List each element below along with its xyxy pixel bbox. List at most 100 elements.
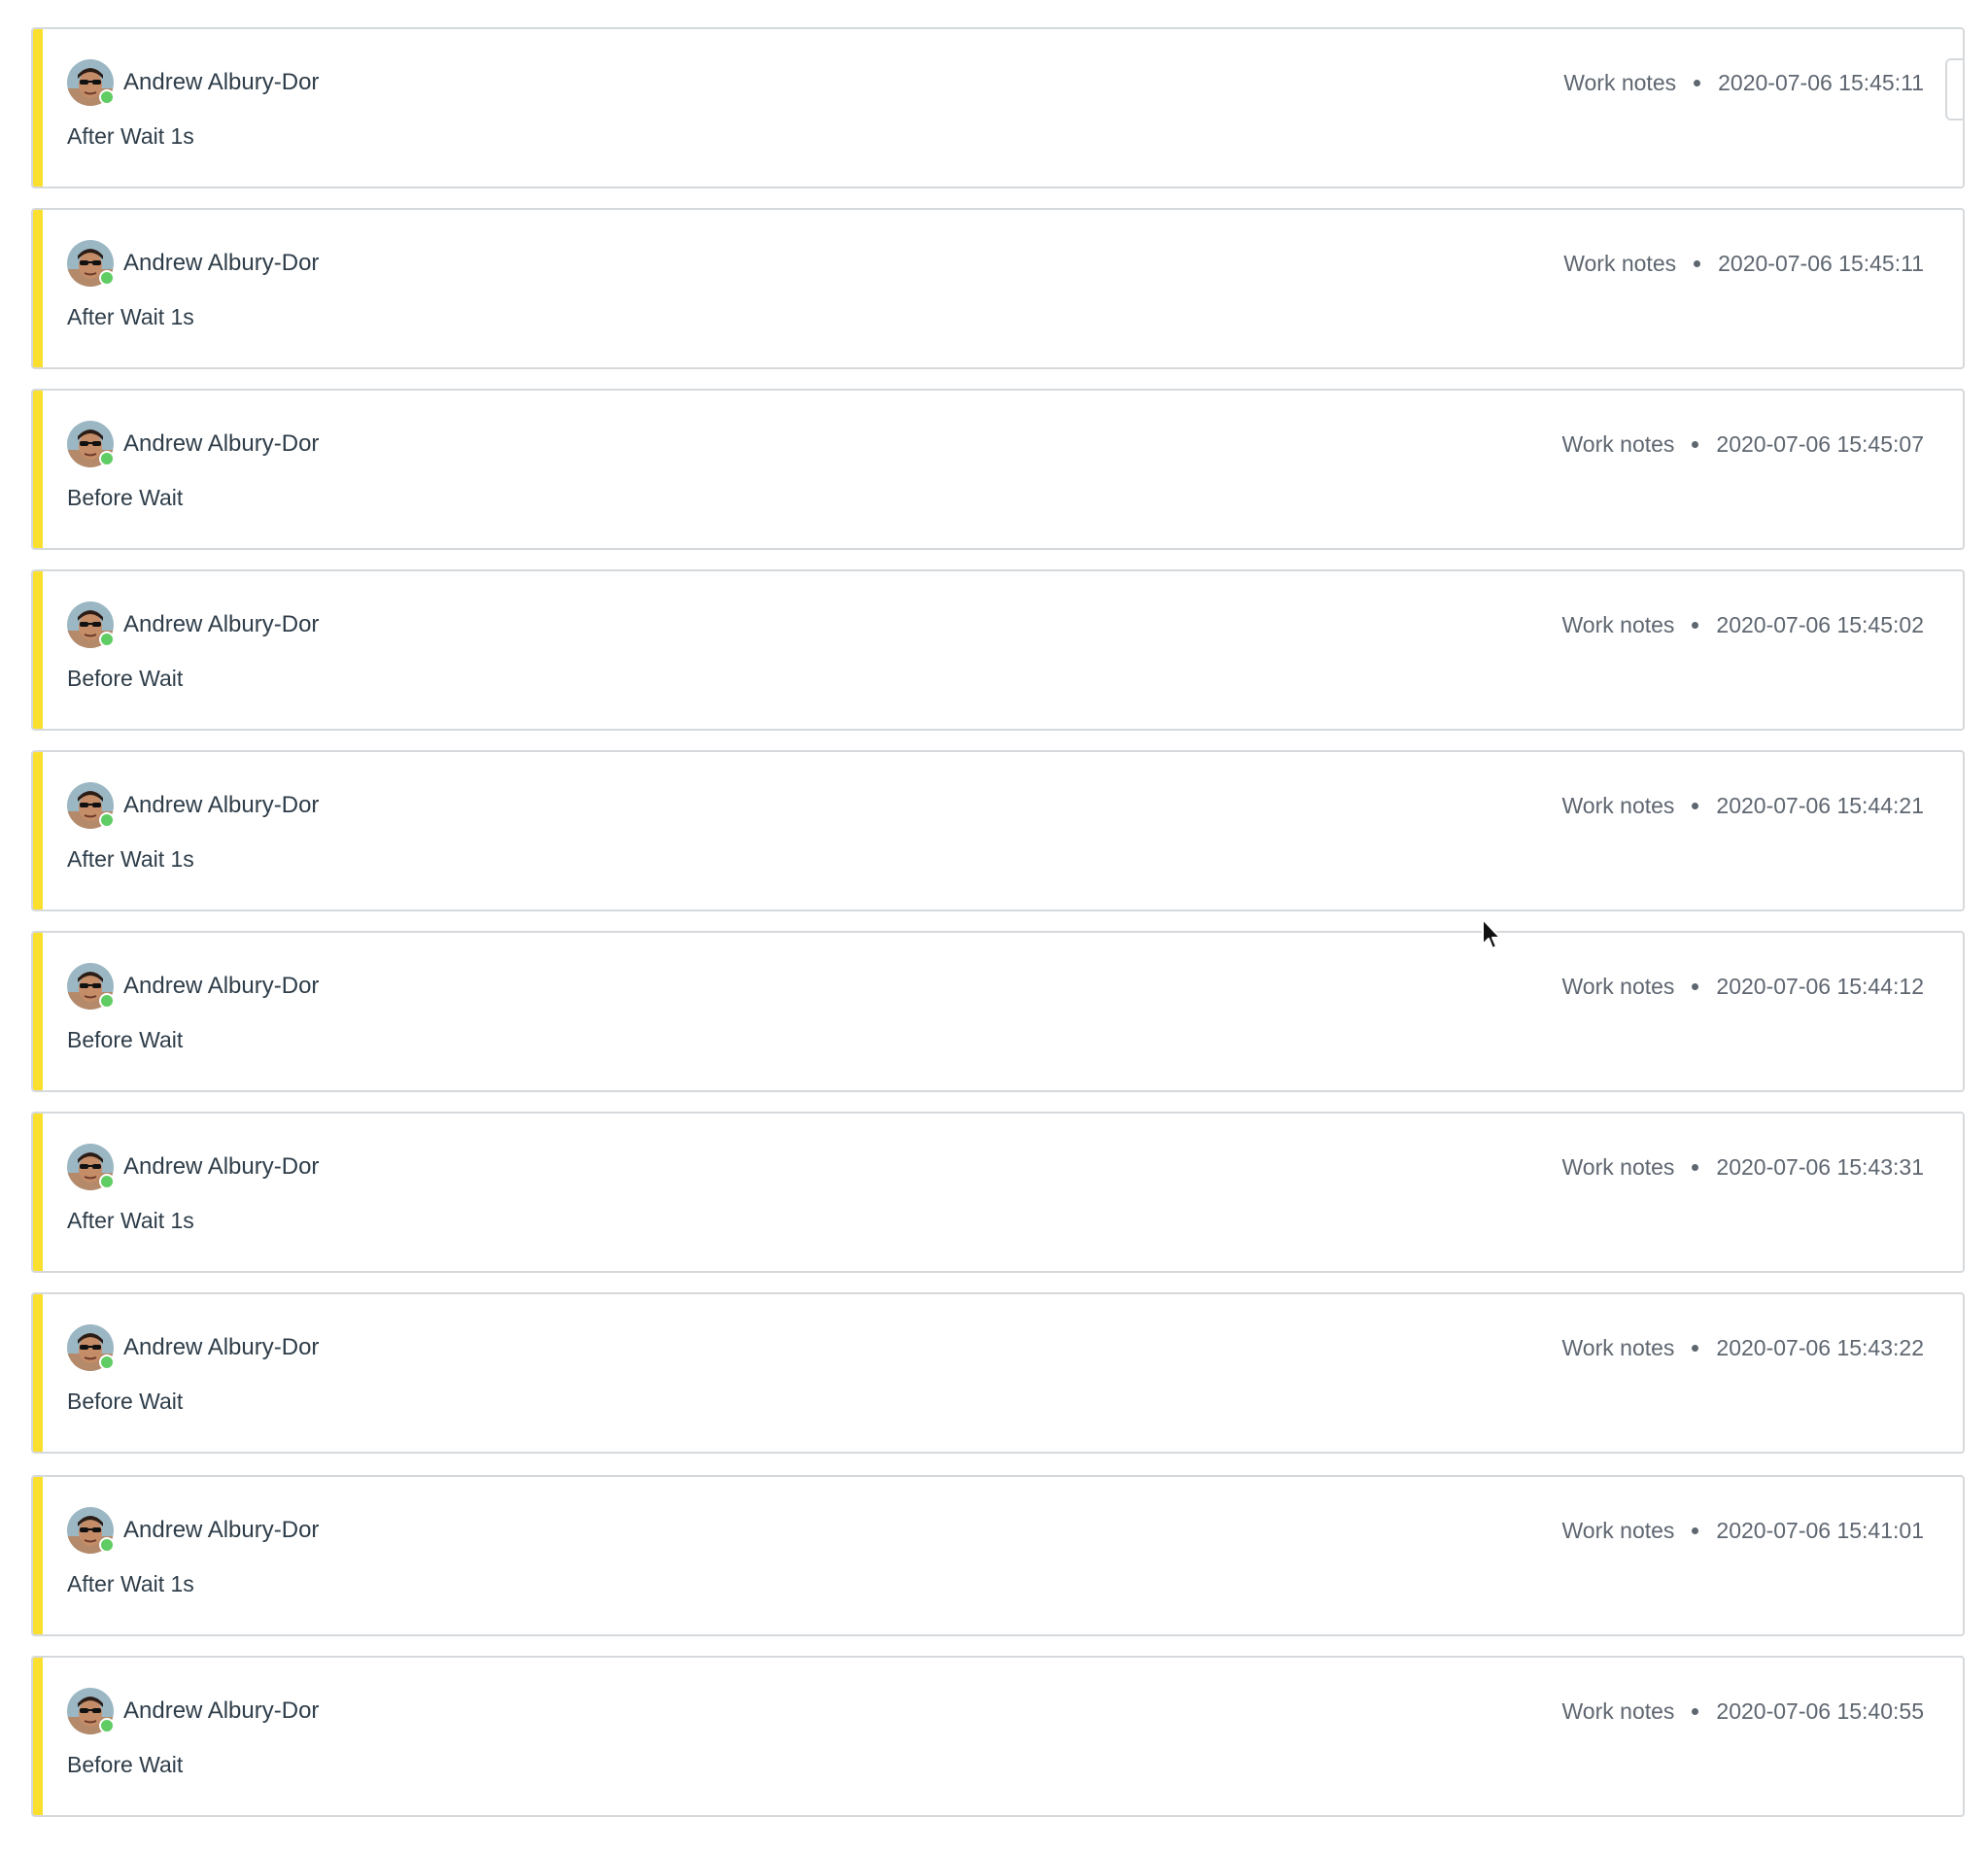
entry-header: Andrew Albury-Dor Work notes 2020-07-06 … (67, 1143, 1924, 1191)
online-status-icon (99, 632, 115, 647)
online-status-icon (99, 1355, 115, 1370)
entry-author: Andrew Albury-Dor (67, 1688, 319, 1734)
entry-note-text: After Wait 1s (67, 123, 194, 149)
entry-header: Andrew Albury-Dor Work notes 2020-07-06 … (67, 58, 1924, 107)
work-notes-accent-bar (33, 1294, 43, 1452)
entry-meta: Work notes 2020-07-06 15:44:12 (1562, 974, 1924, 1000)
author-name[interactable]: Andrew Albury-Dor (123, 973, 319, 1000)
user-avatar[interactable] (67, 1507, 115, 1554)
entry-timestamp: 2020-07-06 15:45:11 (1718, 250, 1924, 276)
online-status-icon (99, 1718, 115, 1733)
user-avatar[interactable] (67, 421, 115, 467)
author-name[interactable]: Andrew Albury-Dor (123, 1517, 319, 1544)
scroll-edge-control[interactable] (1945, 58, 1963, 120)
entry-header: Andrew Albury-Dor Work notes 2020-07-06 … (67, 781, 1924, 830)
author-name[interactable]: Andrew Albury-Dor (123, 1698, 319, 1725)
bullet-separator-icon (1692, 621, 1699, 629)
activity-entry: Andrew Albury-Dor Work notes 2020-07-06 … (31, 1656, 1965, 1817)
activity-entry: Andrew Albury-Dor Work notes 2020-07-06 … (31, 569, 1965, 731)
entry-type: Work notes (1561, 611, 1675, 637)
online-status-icon (99, 1537, 115, 1553)
author-name[interactable]: Andrew Albury-Dor (123, 611, 319, 638)
entry-note-text: Before Wait (67, 1752, 184, 1777)
entry-meta: Work notes 2020-07-06 15:45:07 (1562, 431, 1924, 458)
user-avatar[interactable] (67, 782, 115, 829)
activity-entry: Andrew Albury-Dor Work notes 2020-07-06 … (31, 750, 1965, 911)
user-avatar[interactable] (67, 963, 115, 1010)
entry-timestamp: 2020-07-06 15:40:55 (1716, 1698, 1924, 1724)
author-name[interactable]: Andrew Albury-Dor (123, 1334, 319, 1361)
entry-type: Work notes (1561, 1698, 1675, 1724)
entry-type: Work notes (1561, 1517, 1675, 1543)
work-notes-accent-bar (33, 210, 43, 367)
entry-timestamp: 2020-07-06 15:43:31 (1716, 1153, 1924, 1180)
user-avatar[interactable] (67, 240, 115, 287)
activity-entry: Andrew Albury-Dor Work notes 2020-07-06 … (31, 389, 1965, 550)
work-notes-accent-bar (33, 29, 43, 187)
entry-header: Andrew Albury-Dor Work notes 2020-07-06 … (67, 600, 1924, 649)
entry-note-text: After Wait 1s (67, 304, 194, 329)
entry-header: Andrew Albury-Dor Work notes 2020-07-06 … (67, 420, 1924, 468)
author-name[interactable]: Andrew Albury-Dor (123, 250, 319, 277)
author-name[interactable]: Andrew Albury-Dor (123, 69, 319, 96)
activity-entry: Andrew Albury-Dor Work notes 2020-07-06 … (31, 931, 1965, 1092)
entry-timestamp: 2020-07-06 15:45:02 (1716, 611, 1924, 637)
entry-type: Work notes (1561, 973, 1675, 999)
entry-author: Andrew Albury-Dor (67, 782, 319, 829)
entry-header: Andrew Albury-Dor Work notes 2020-07-06 … (67, 1506, 1924, 1555)
entry-type: Work notes (1561, 430, 1675, 457)
entry-type: Work notes (1563, 250, 1677, 276)
entry-header: Andrew Albury-Dor Work notes 2020-07-06 … (67, 239, 1924, 288)
entry-meta: Work notes 2020-07-06 15:44:21 (1562, 793, 1924, 819)
entry-author: Andrew Albury-Dor (67, 1507, 319, 1554)
entry-timestamp: 2020-07-06 15:44:12 (1716, 973, 1924, 999)
entry-timestamp: 2020-07-06 15:41:01 (1716, 1517, 1924, 1543)
entry-type: Work notes (1563, 69, 1677, 95)
entry-author: Andrew Albury-Dor (67, 421, 319, 467)
entry-author: Andrew Albury-Dor (67, 1324, 319, 1371)
bullet-separator-icon (1694, 79, 1701, 86)
online-status-icon (99, 451, 115, 466)
activity-entry: Andrew Albury-Dor Work notes 2020-07-06 … (31, 27, 1965, 189)
entry-type: Work notes (1561, 792, 1675, 818)
activity-entry: Andrew Albury-Dor Work notes 2020-07-06 … (31, 1292, 1965, 1454)
work-notes-accent-bar (33, 1114, 43, 1271)
entry-author: Andrew Albury-Dor (67, 1144, 319, 1190)
work-notes-accent-bar (33, 571, 43, 729)
user-avatar[interactable] (67, 1144, 115, 1190)
user-avatar[interactable] (67, 59, 115, 106)
entry-author: Andrew Albury-Dor (67, 240, 319, 287)
online-status-icon (99, 270, 115, 286)
entry-note-text: After Wait 1s (67, 846, 194, 872)
entry-header: Andrew Albury-Dor Work notes 2020-07-06 … (67, 1323, 1924, 1372)
user-avatar[interactable] (67, 601, 115, 648)
author-name[interactable]: Andrew Albury-Dor (123, 1153, 319, 1181)
activity-stream: Andrew Albury-Dor Work notes 2020-07-06 … (31, 27, 1965, 1836)
bullet-separator-icon (1694, 259, 1701, 267)
user-avatar[interactable] (67, 1688, 115, 1734)
entry-meta: Work notes 2020-07-06 15:45:11 (1563, 70, 1924, 96)
entry-author: Andrew Albury-Dor (67, 59, 319, 106)
entry-meta: Work notes 2020-07-06 15:45:11 (1563, 251, 1924, 277)
work-notes-accent-bar (33, 1477, 43, 1634)
entry-timestamp: 2020-07-06 15:44:21 (1716, 792, 1924, 818)
entry-author: Andrew Albury-Dor (67, 963, 319, 1010)
online-status-icon (99, 993, 115, 1009)
mouse-pointer-icon (1482, 918, 1501, 949)
author-name[interactable]: Andrew Albury-Dor (123, 430, 319, 458)
entry-note-text: After Wait 1s (67, 1571, 194, 1596)
entry-timestamp: 2020-07-06 15:43:22 (1716, 1334, 1924, 1360)
entry-meta: Work notes 2020-07-06 15:43:22 (1562, 1335, 1924, 1361)
activity-entry: Andrew Albury-Dor Work notes 2020-07-06 … (31, 1112, 1965, 1273)
bullet-separator-icon (1692, 1707, 1699, 1715)
entry-author: Andrew Albury-Dor (67, 601, 319, 648)
bullet-separator-icon (1692, 440, 1699, 448)
work-notes-accent-bar (33, 933, 43, 1090)
user-avatar[interactable] (67, 1324, 115, 1371)
activity-entry: Andrew Albury-Dor Work notes 2020-07-06 … (31, 1475, 1965, 1636)
entry-meta: Work notes 2020-07-06 15:43:31 (1562, 1154, 1924, 1181)
work-notes-accent-bar (33, 1658, 43, 1815)
entry-meta: Work notes 2020-07-06 15:40:55 (1562, 1698, 1924, 1725)
online-status-icon (99, 89, 115, 105)
author-name[interactable]: Andrew Albury-Dor (123, 792, 319, 819)
